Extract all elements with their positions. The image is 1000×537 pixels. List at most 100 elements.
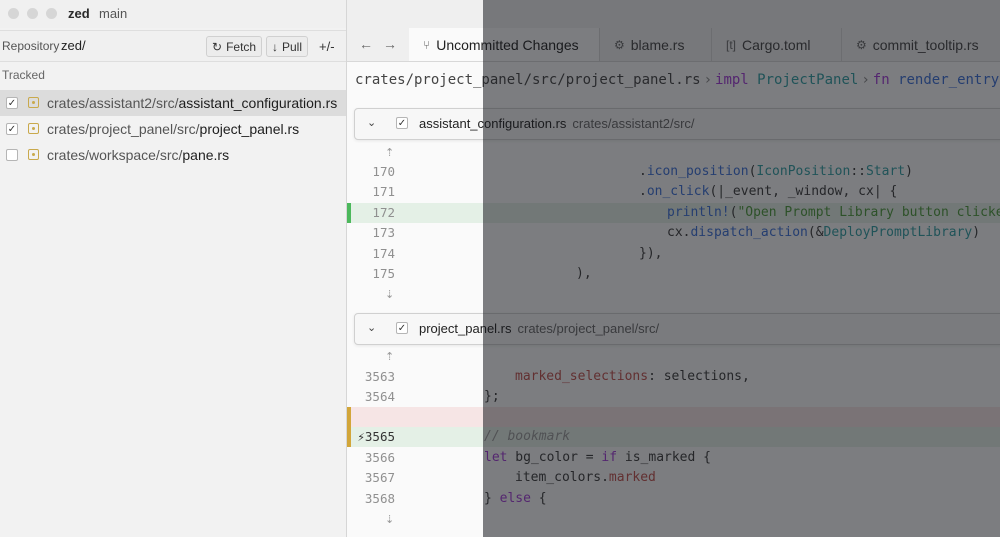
line-number: ⚡3565 <box>347 429 395 444</box>
line-number-value: 3565 <box>364 429 395 444</box>
code-line[interactable]: 3566 let bg_color = if is_marked { <box>347 448 1000 468</box>
code-line[interactable]: 3564 }; <box>347 387 1000 407</box>
modified-icon <box>28 97 39 108</box>
editor-titlebar-strip <box>347 0 1000 28</box>
file-hunk-header[interactable]: ⌄ ✓ project_panel.rs crates/project_panel… <box>354 313 1000 345</box>
close-window-button[interactable] <box>8 8 19 19</box>
git-branch-icon: ⑂ <box>423 37 431 52</box>
stage-checkbox[interactable]: ✓ <box>6 123 18 135</box>
tab-commit-tooltip-rs[interactable]: ⚙ commit_tooltip.rs <box>842 28 1000 61</box>
tab-uncommitted-changes[interactable]: ⑂ Uncommitted Changes <box>409 28 600 61</box>
expand-up-icon[interactable]: ⇡ <box>385 146 394 159</box>
file-row[interactable]: crates/workspace/src/pane.rs <box>0 142 346 168</box>
code-line[interactable]: 3568 } else { <box>347 489 1000 509</box>
repository-bar: Repository zed/ ↻ Fetch ↓ Pull +/- <box>0 30 346 62</box>
code-line[interactable]: 174 }), <box>347 244 1000 264</box>
file-row[interactable]: ✓ crates/project_panel/src/project_panel… <box>0 116 346 142</box>
line-number: 175 <box>372 266 395 281</box>
expand-up-icon[interactable]: ⇡ <box>385 350 394 363</box>
tab-cargo-toml[interactable]: [t] Cargo.toml <box>712 28 842 61</box>
project-name[interactable]: zed <box>68 6 90 21</box>
code-line-added[interactable]: ⚡3565 // bookmark <box>347 427 1000 447</box>
fetch-label: Fetch <box>226 39 257 54</box>
line-number: 172 <box>372 205 395 220</box>
stage-file-checkbox[interactable]: ✓ <box>396 117 408 129</box>
code-text: }), <box>639 246 663 261</box>
line-number: 171 <box>372 184 395 199</box>
hunk-file-name: assistant_configuration.rs <box>419 116 567 131</box>
title-bar: zed main <box>0 0 346 28</box>
hunk-file-dir: crates/project_panel/src/ <box>517 321 660 336</box>
tracked-section-header: Tracked <box>2 68 45 82</box>
editor-pane: ← → ⑂ Uncommitted Changes ⚙ blame.rs [t]… <box>346 0 1000 537</box>
breadcrumb-impl-keyword: impl <box>715 72 749 88</box>
code-line[interactable]: 173 cx.dispatch_action(&DeployPromptLibr… <box>347 223 1000 243</box>
file-dir: crates/project_panel/src/ <box>47 121 200 137</box>
code-text: .on_click(|_event, _window, cx| { <box>639 184 898 199</box>
tab-label: commit_tooltip.rs <box>872 36 979 53</box>
code-text: println!("Open Prompt Library button cli… <box>667 205 1000 220</box>
forward-arrow-icon[interactable]: → <box>383 36 397 52</box>
code-text: item_colors.marked <box>515 470 656 485</box>
toggle-diff-button[interactable]: +/- <box>319 39 335 54</box>
stage-file-checkbox[interactable]: ✓ <box>396 322 408 334</box>
repository-selector[interactable]: zed/ <box>61 38 86 53</box>
code-text: let bg_color = if is_marked { <box>484 450 711 465</box>
line-number: 173 <box>372 225 395 240</box>
changed-marker <box>347 407 351 427</box>
stage-checkbox[interactable] <box>6 149 18 161</box>
tab-label: blame.rs <box>630 36 685 53</box>
code-line-removed[interactable] <box>347 407 1000 427</box>
rust-file-icon: ⚙ <box>856 37 867 52</box>
file-name: pane.rs <box>182 147 230 163</box>
file-hunk-header[interactable]: ⌄ ✓ assistant_configuration.rs crates/ass… <box>354 108 1000 140</box>
chevron-down-icon[interactable]: ⌄ <box>367 321 376 334</box>
file-path: crates/project_panel/src/project_panel.r… <box>47 121 299 137</box>
code-line-added[interactable]: 172 println!("Open Prompt Library button… <box>347 203 1000 223</box>
line-number: 174 <box>372 246 395 261</box>
minimize-window-button[interactable] <box>27 8 38 19</box>
code-text: }; <box>484 389 500 404</box>
pull-button[interactable]: ↓ Pull <box>266 36 309 57</box>
file-name: assistant_configuration.rs <box>178 95 338 111</box>
tab-blame-rs[interactable]: ⚙ blame.rs <box>600 28 712 61</box>
file-dir: crates/workspace/src/ <box>47 147 183 163</box>
zoom-window-button[interactable] <box>46 8 57 19</box>
code-line[interactable]: 3563 marked_selections: selections, <box>347 367 1000 387</box>
file-path: crates/workspace/src/pane.rs <box>47 147 229 163</box>
breadcrumb-fn-name: render_entry <box>898 72 1000 88</box>
code-text: ), <box>576 266 592 281</box>
code-line[interactable]: 175 ), <box>347 264 1000 284</box>
line-number: 3567 <box>364 470 395 485</box>
expand-down-icon[interactable]: ⇣ <box>385 513 394 526</box>
line-number: 3566 <box>364 450 395 465</box>
line-number: 3563 <box>364 369 395 384</box>
code-line[interactable]: 3567 item_colors.marked <box>347 468 1000 488</box>
stage-checkbox[interactable]: ✓ <box>6 97 18 109</box>
code-line[interactable]: 171 .on_click(|_event, _window, cx| { <box>347 182 1000 202</box>
branch-name[interactable]: main <box>99 6 127 21</box>
rust-file-icon: ⚙ <box>614 37 625 52</box>
tab-label: Uncommitted Changes <box>436 36 579 53</box>
bolt-icon: ⚡ <box>357 429 365 444</box>
breadcrumb[interactable]: crates/project_panel/src/project_panel.r… <box>355 72 999 88</box>
line-number: 170 <box>372 164 395 179</box>
breadcrumb-path: crates/project_panel/src/project_panel.r… <box>355 72 701 88</box>
code-text: cx.dispatch_action(&DeployPromptLibrary) <box>667 225 981 240</box>
fetch-button[interactable]: ↻ Fetch <box>206 36 263 57</box>
tab-label: Cargo.toml <box>742 36 811 53</box>
code-line[interactable]: 170 .icon_position(IconPosition::Start) <box>347 162 1000 182</box>
hunk-file-name: project_panel.rs <box>419 321 512 336</box>
file-row[interactable]: ✓ crates/assistant2/src/assistant_config… <box>0 90 346 116</box>
back-arrow-icon[interactable]: ← <box>359 36 373 52</box>
chevron-down-icon[interactable]: ⌄ <box>367 116 376 129</box>
modified-icon <box>28 149 39 160</box>
line-number: 3568 <box>364 491 395 506</box>
refresh-icon: ↻ <box>212 39 223 54</box>
file-path: crates/assistant2/src/assistant_configur… <box>47 95 337 111</box>
hunk-file-dir: crates/assistant2/src/ <box>572 116 695 131</box>
arrow-down-icon: ↓ <box>272 39 278 54</box>
code-text: marked_selections: selections, <box>515 369 750 384</box>
expand-down-icon[interactable]: ⇣ <box>385 288 394 301</box>
repository-label: Repository <box>2 39 60 53</box>
